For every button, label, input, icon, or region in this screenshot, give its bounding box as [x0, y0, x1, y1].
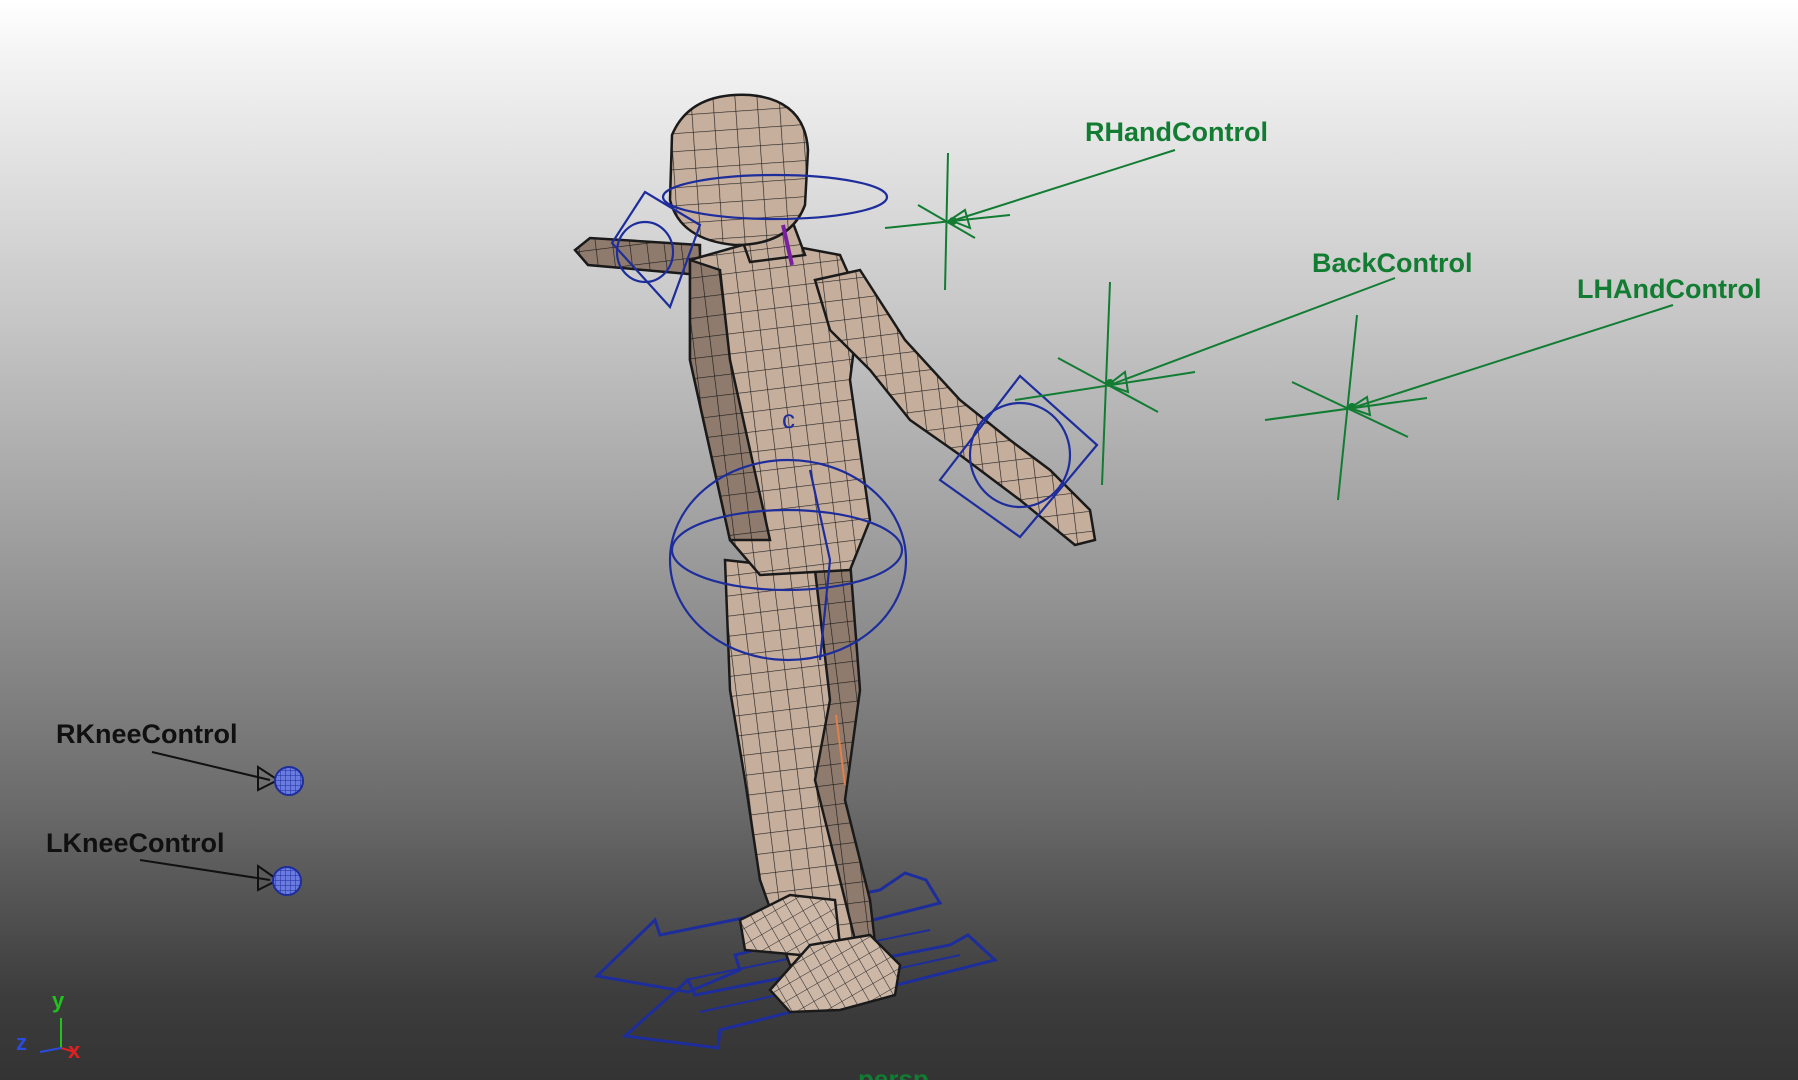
lhand-control-label[interactable]: LHAndControl	[1577, 274, 1761, 304]
head	[668, 93, 810, 247]
lhand-locator[interactable]	[1264, 304, 1674, 501]
axis-y-label: y	[52, 988, 65, 1013]
character-mesh[interactable]	[573, 93, 1097, 1014]
rknee-control[interactable]	[151, 751, 304, 796]
scene-canvas[interactable]: c RHandControl BackControl LHAndControl …	[0, 0, 1798, 1080]
rhand-locator[interactable]	[884, 149, 1176, 291]
lknee-control-label[interactable]: LKneeControl	[46, 828, 225, 858]
back-control-label[interactable]: BackControl	[1312, 248, 1473, 278]
axis-x-label: x	[68, 1038, 81, 1063]
rknee-control-label[interactable]: RKneeControl	[56, 719, 238, 749]
axis-z-label: z	[16, 1030, 27, 1055]
back-locator[interactable]	[1014, 277, 1396, 486]
axis-gizmo: y z x	[16, 988, 81, 1063]
rhand-control-label[interactable]: RHandControl	[1085, 117, 1268, 147]
back-arm	[573, 236, 702, 277]
camera-label: persp	[858, 1064, 929, 1080]
svg-text:c: c	[782, 404, 795, 434]
lknee-control[interactable]	[139, 859, 302, 896]
maya-viewport[interactable]: c RHandControl BackControl LHAndControl …	[0, 0, 1798, 1080]
